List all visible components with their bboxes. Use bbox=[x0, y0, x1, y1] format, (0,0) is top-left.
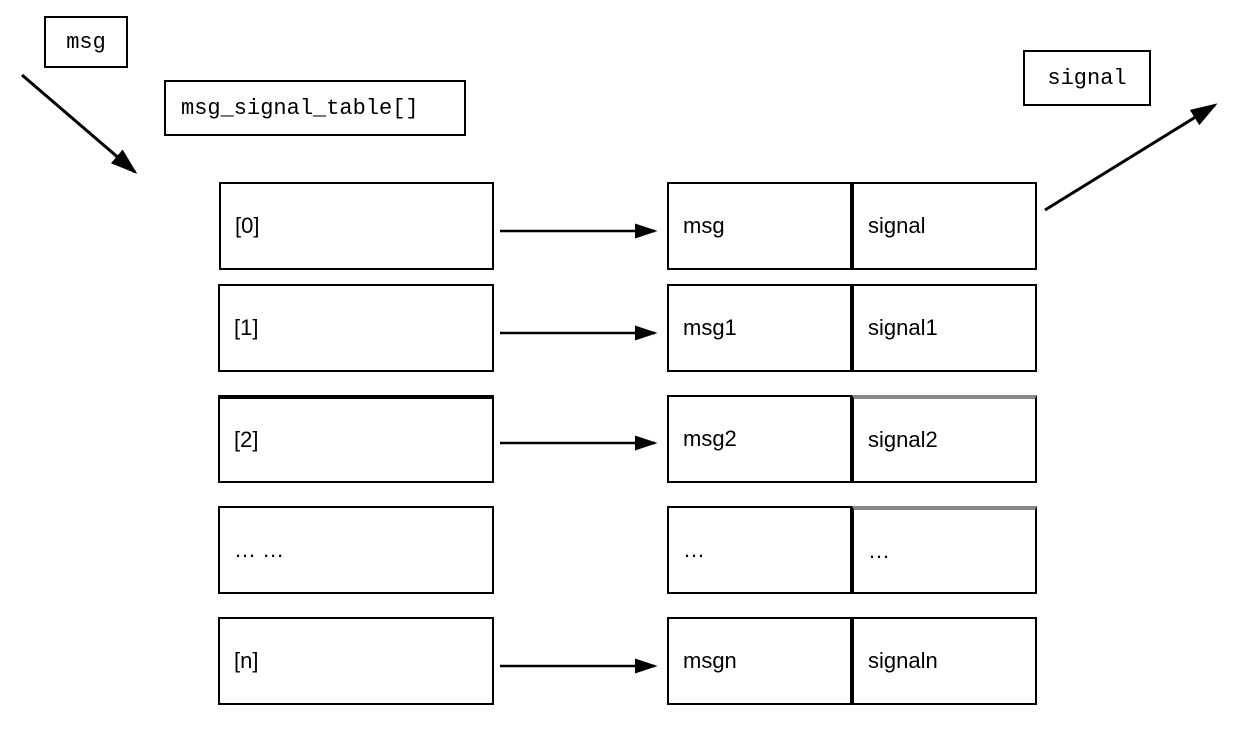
msg-cell-1: msg1 bbox=[667, 284, 852, 372]
index-cell-label: … … bbox=[234, 537, 284, 563]
signal-cell-label: signal1 bbox=[868, 315, 938, 341]
index-cell-1: [1] bbox=[218, 284, 494, 372]
signal-cell-2: signal2 bbox=[852, 395, 1037, 483]
msg-cell-label: msg2 bbox=[683, 426, 737, 452]
index-cell-label: [1] bbox=[234, 315, 258, 341]
index-cell-label: [0] bbox=[235, 213, 259, 239]
output-signal-label: signal bbox=[1047, 66, 1126, 91]
arrow-output bbox=[1030, 90, 1240, 230]
msg-cell-label: msg bbox=[683, 213, 725, 239]
signal-cell-label: … bbox=[868, 538, 890, 564]
index-cell-2: [2] bbox=[218, 395, 494, 483]
table-name-box: msg_signal_table[] bbox=[164, 80, 466, 136]
signal-cell-label: signal bbox=[868, 213, 925, 239]
signal-cell-label: signaln bbox=[868, 648, 938, 674]
input-msg-label: msg bbox=[66, 30, 106, 55]
table-name-label: msg_signal_table[] bbox=[181, 96, 419, 121]
msg-cell-label: … bbox=[683, 537, 705, 563]
msg-cell-3: … bbox=[667, 506, 852, 594]
arrow-map-0 bbox=[495, 218, 665, 248]
signal-cell-0: signal bbox=[852, 182, 1037, 270]
signal-cell-4: signaln bbox=[852, 617, 1037, 705]
arrow-map-4 bbox=[495, 653, 665, 683]
input-msg-box: msg bbox=[44, 16, 128, 68]
index-cell-label: [2] bbox=[234, 427, 258, 453]
msg-cell-4: msgn bbox=[667, 617, 852, 705]
signal-cell-3: … bbox=[852, 506, 1037, 594]
index-cell-4: [n] bbox=[218, 617, 494, 705]
index-cell-3: … … bbox=[218, 506, 494, 594]
index-cell-label: [n] bbox=[234, 648, 258, 674]
msg-cell-0: msg bbox=[667, 182, 852, 270]
index-cell-0: [0] bbox=[219, 182, 494, 270]
output-signal-box: signal bbox=[1023, 50, 1151, 106]
signal-cell-1: signal1 bbox=[852, 284, 1037, 372]
arrow-map-1 bbox=[495, 320, 665, 350]
msg-cell-2: msg2 bbox=[667, 395, 852, 483]
arrow-map-2 bbox=[495, 430, 665, 460]
msg-cell-label: msg1 bbox=[683, 315, 737, 341]
signal-cell-label: signal2 bbox=[868, 427, 938, 453]
msg-cell-label: msgn bbox=[683, 648, 737, 674]
